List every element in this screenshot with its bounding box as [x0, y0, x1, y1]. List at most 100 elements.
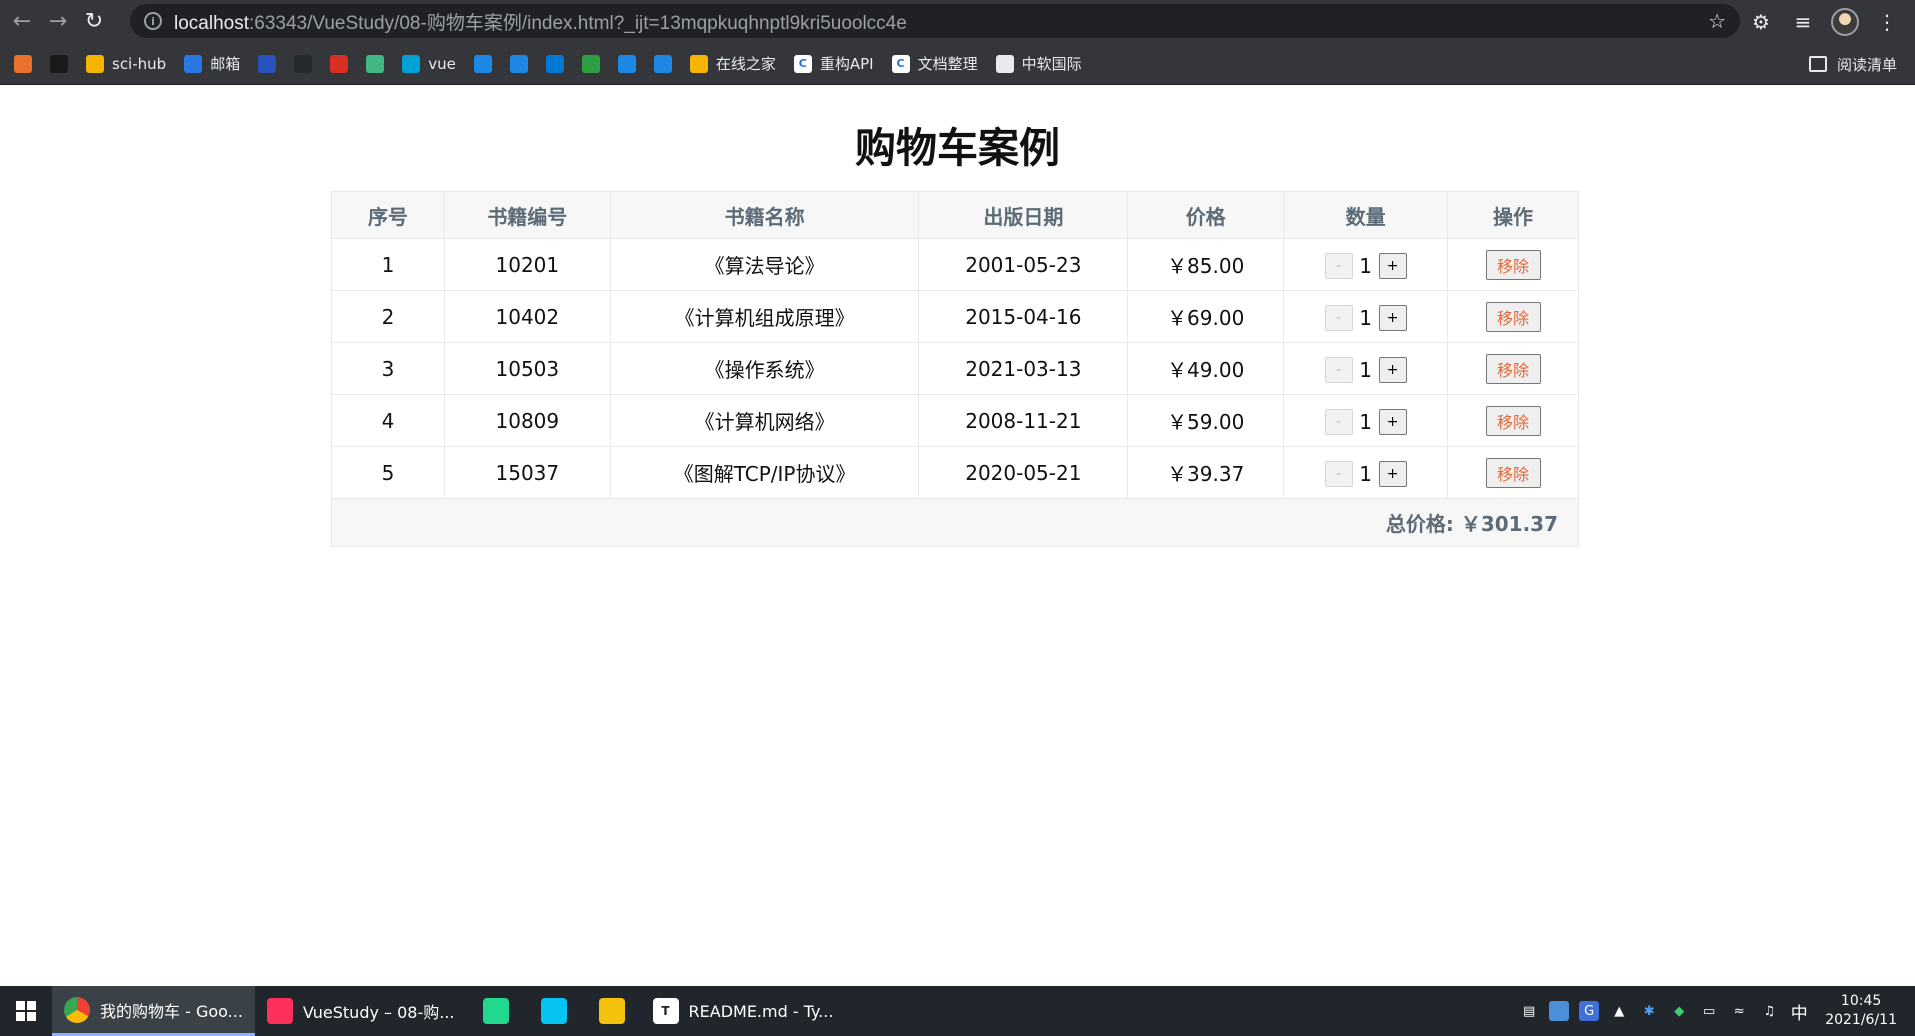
bookmark-star-icon[interactable]: ☆: [1708, 9, 1726, 33]
reload-button[interactable]: ↻: [76, 4, 112, 40]
menu-icon[interactable]: ⋮: [1873, 10, 1901, 34]
volume-icon[interactable]: ♫: [1759, 1001, 1779, 1021]
clock-date: 2021/6/11: [1825, 1012, 1897, 1028]
bookmark-item[interactable]: [653, 54, 672, 73]
total-row: 总价格: ￥301.37: [331, 498, 1579, 547]
decrement-button[interactable]: -: [1324, 356, 1353, 383]
bookmark-item[interactable]: [617, 54, 636, 73]
table-row: 4 10809 《计算机网络》 2008-11-21 ￥59.00 -1 + 移除: [331, 394, 1579, 447]
bookmark-item[interactable]: [330, 54, 349, 73]
baidu-icon: [258, 54, 277, 73]
remove-button[interactable]: 移除: [1485, 405, 1541, 436]
taskbar-app[interactable]: [583, 986, 641, 1036]
cell-count: -1 +: [1283, 446, 1449, 499]
bookmark-label: vue: [428, 54, 456, 73]
header-count: 数量: [1283, 191, 1449, 239]
reading-list-button[interactable]: 阅读清单: [1808, 43, 1897, 85]
bookmark-label: 中软国际: [1021, 55, 1082, 73]
taskbar-app[interactable]: T README.md - Ty...: [641, 986, 846, 1036]
bookmark-label: 文档整理: [917, 55, 978, 73]
bookmark-item[interactable]: [473, 54, 492, 73]
bookmark-item[interactable]: [294, 54, 313, 73]
quantity-value: 1: [1359, 461, 1372, 486]
taskbar-app[interactable]: 我的购物车 - Goo...: [52, 986, 255, 1036]
system-clock[interactable]: 10:45 2021/6/11: [1825, 992, 1897, 1030]
app-tray-icon[interactable]: [1549, 1001, 1570, 1021]
news-icon[interactable]: ▤: [1519, 1001, 1539, 1021]
quantity-value: 1: [1359, 409, 1372, 434]
bluetooth-icon[interactable]: ✱: [1639, 1001, 1659, 1021]
reading-list-label: 阅读清单: [1836, 55, 1897, 74]
taskbar-app[interactable]: VueStudy – 08-购...: [255, 986, 467, 1036]
bookmark-item[interactable]: C 文档整理: [891, 53, 978, 74]
header-name: 书籍名称: [609, 191, 920, 239]
cell-date: 2008-11-21: [918, 394, 1129, 447]
start-button[interactable]: [0, 986, 52, 1036]
bookmark-item[interactable]: [258, 54, 277, 73]
increment-button[interactable]: +: [1378, 356, 1407, 383]
v-icon: [366, 54, 385, 73]
address-bar[interactable]: i localhost:63343/VueStudy/08-购物车案例/inde…: [130, 4, 1740, 38]
decrement-button[interactable]: -: [1324, 252, 1353, 279]
increment-button[interactable]: +: [1378, 304, 1407, 331]
cell-date: 2015-04-16: [918, 290, 1129, 343]
cell-price: ￥85.00: [1127, 238, 1285, 291]
bookmark-item[interactable]: [545, 54, 564, 73]
bilibili-icon: [402, 54, 421, 73]
battery-icon[interactable]: ▭: [1699, 1001, 1719, 1021]
stack-overflow-icon: [14, 54, 32, 73]
zxzj-icon: [689, 54, 708, 73]
remove-button[interactable]: 移除: [1485, 457, 1541, 488]
cell-name: 《算法导论》: [609, 238, 920, 291]
system-tray: ▤ G ▲ ✱ ◆ ▭ ≈ ♫ 中 10:45 2021/6/11: [1519, 986, 1915, 1036]
extensions-icon[interactable]: ⚙: [1747, 10, 1775, 34]
taskbar-app[interactable]: [525, 986, 583, 1036]
clock-time: 10:45: [1840, 993, 1882, 1009]
remove-button[interactable]: 移除: [1485, 301, 1541, 332]
bookmark-label: 重构API: [819, 55, 874, 73]
bookmark-label: sci-hub: [112, 54, 167, 73]
mail-icon: [184, 54, 203, 73]
back-button[interactable]: ←: [4, 4, 40, 40]
bookmark-item[interactable]: [14, 54, 32, 73]
wifi-icon[interactable]: ≈: [1729, 1001, 1749, 1021]
increment-button[interactable]: +: [1378, 460, 1407, 487]
bookmark-item[interactable]: [366, 54, 385, 73]
cell-count: -1 +: [1283, 238, 1449, 291]
decrement-button[interactable]: -: [1324, 304, 1353, 331]
cell-index: 3: [331, 342, 445, 395]
profile-avatar[interactable]: [1831, 7, 1859, 36]
forward-button[interactable]: →: [40, 4, 76, 40]
cell-name: 《计算机组成原理》: [609, 290, 920, 343]
decrement-button[interactable]: -: [1324, 460, 1353, 487]
cell-price: ￥49.00: [1127, 342, 1285, 395]
increment-button[interactable]: +: [1378, 408, 1407, 435]
bookmark-item[interactable]: [509, 54, 528, 73]
ime-indicator[interactable]: 中: [1789, 1001, 1809, 1024]
cell-price: ￥59.00: [1127, 394, 1285, 447]
bookmark-item[interactable]: [50, 54, 68, 73]
bookmark-item[interactable]: 在线之家: [689, 53, 776, 74]
bookmark-item[interactable]: sci-hub: [86, 54, 167, 73]
bookmark-item[interactable]: 中软国际: [995, 53, 1082, 74]
taskbar-app[interactable]: [467, 986, 525, 1036]
header-date: 出版日期: [918, 191, 1129, 239]
cat-icon[interactable]: ▲: [1609, 1001, 1629, 1021]
security-icon[interactable]: ◆: [1669, 1001, 1689, 1021]
bookmark-item[interactable]: [581, 54, 600, 73]
bookmark-item[interactable]: vue: [402, 54, 456, 73]
increment-button[interactable]: +: [1378, 252, 1407, 279]
remove-button[interactable]: 移除: [1485, 249, 1541, 280]
header-action: 操作: [1447, 191, 1579, 239]
quantity-stepper: -1 +: [1324, 356, 1407, 383]
app-tray-icon-2[interactable]: G: [1579, 1001, 1600, 1021]
table-row: 3 10503 《操作系统》 2021-03-13 ￥49.00 -1 + 移除: [331, 342, 1579, 395]
decrement-button[interactable]: -: [1324, 408, 1353, 435]
onenote-icon: [545, 54, 564, 73]
bookmark-item[interactable]: C 重构API: [793, 53, 874, 74]
bookmark-item[interactable]: 邮箱: [184, 53, 240, 74]
site-info-icon[interactable]: i: [144, 12, 162, 30]
remove-button[interactable]: 移除: [1485, 353, 1541, 384]
cell-price: ￥69.00: [1127, 290, 1285, 343]
reading-list-icon[interactable]: ≡: [1789, 10, 1817, 34]
